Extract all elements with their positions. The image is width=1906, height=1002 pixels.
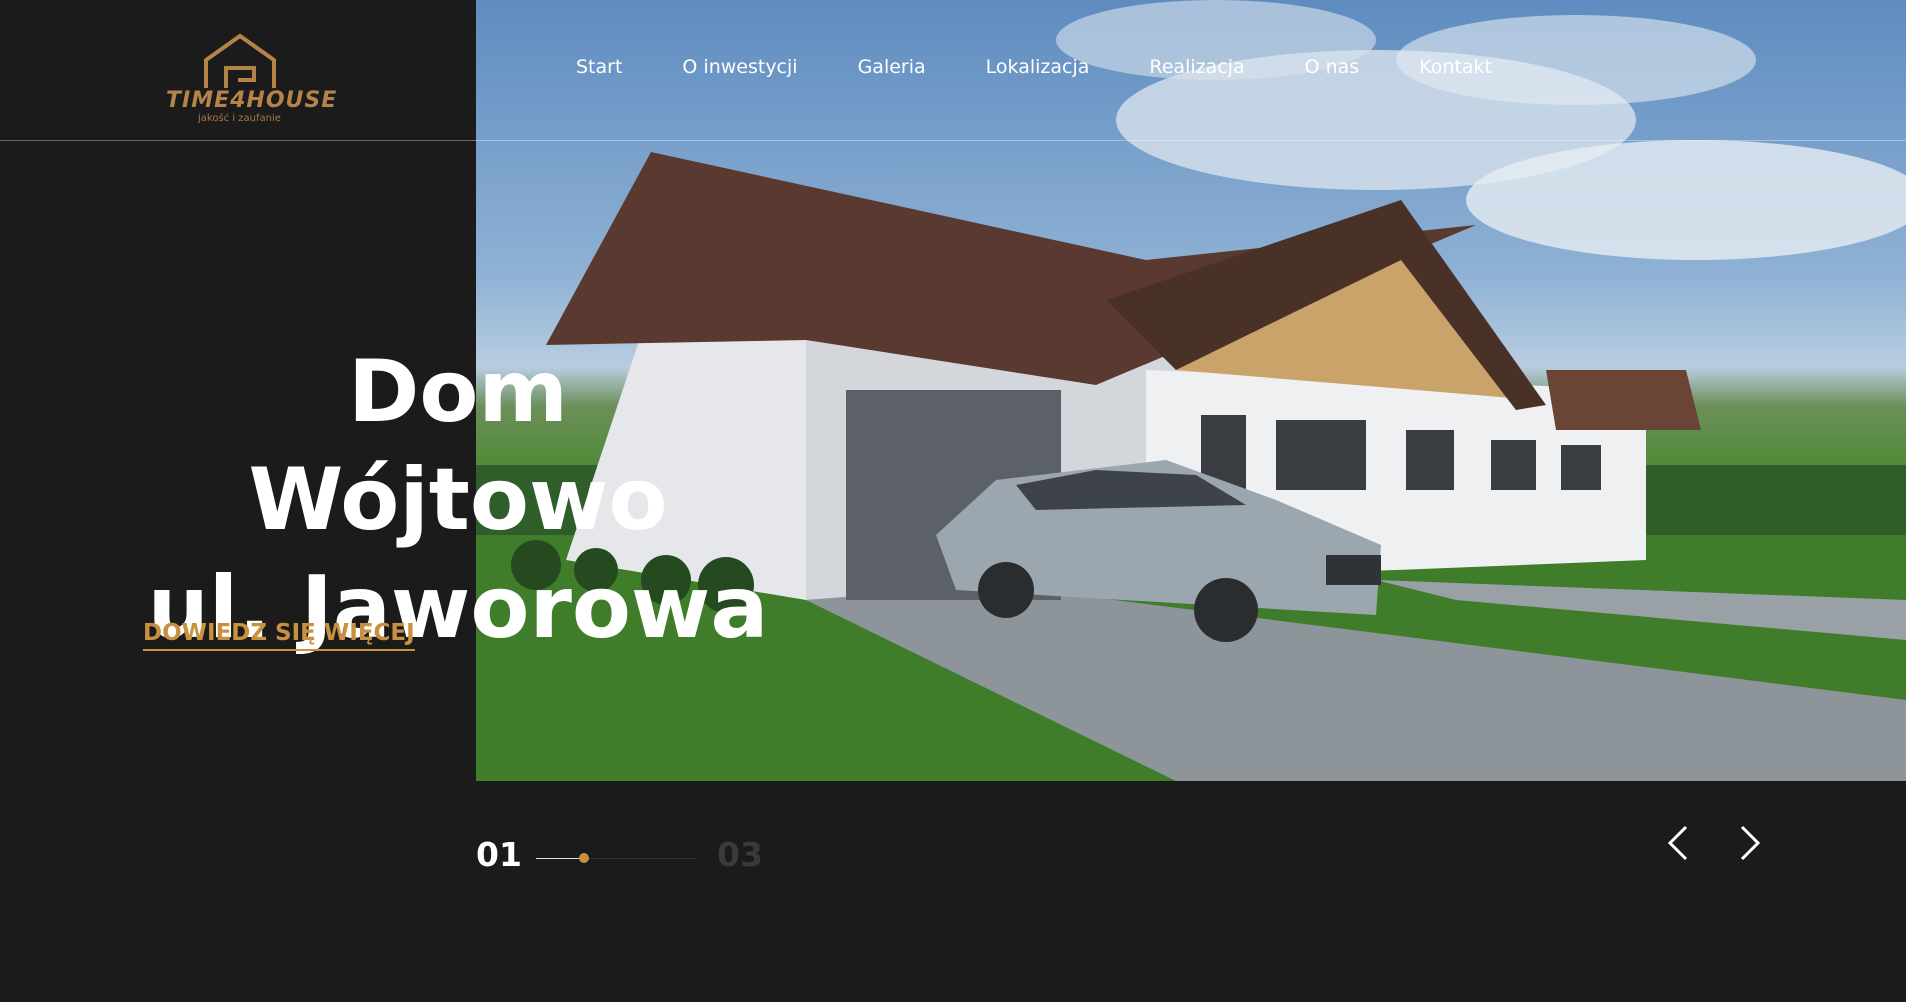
hero-title: Dom Wójtowo ul. Jaworowa (138, 338, 778, 662)
brand-tagline: jakość i zaufanie (198, 113, 281, 124)
slider-progress-fill (536, 858, 584, 859)
slider-progress-dot (579, 853, 589, 863)
chevron-left-icon[interactable] (1660, 823, 1700, 863)
nav-item-o-inwestycji[interactable]: O inwestycji (682, 56, 797, 78)
brand-name[interactable]: TIME4HOUSE (166, 88, 337, 113)
slide-current-number: 01 (476, 835, 522, 874)
learn-more-link[interactable]: DOWIEDZ SIĘ WIĘCEJ (143, 620, 415, 651)
hero-title-line-1: Dom Wójtowo (248, 342, 668, 550)
nav-item-start[interactable]: Start (576, 56, 622, 78)
nav-item-realizacja[interactable]: Realizacja (1149, 56, 1244, 78)
nav-item-lokalizacja[interactable]: Lokalizacja (986, 56, 1090, 78)
chevron-right-icon[interactable] (1728, 823, 1768, 863)
nav-item-kontakt[interactable]: Kontakt (1419, 56, 1492, 78)
nav-item-o-nas[interactable]: O nas (1305, 56, 1360, 78)
header-divider (0, 140, 1906, 141)
main-nav: Start O inwestycji Galeria Lokalizacja R… (576, 56, 1552, 78)
nav-item-galeria[interactable]: Galeria (858, 56, 926, 78)
slide-total-number: 03 (717, 835, 763, 874)
